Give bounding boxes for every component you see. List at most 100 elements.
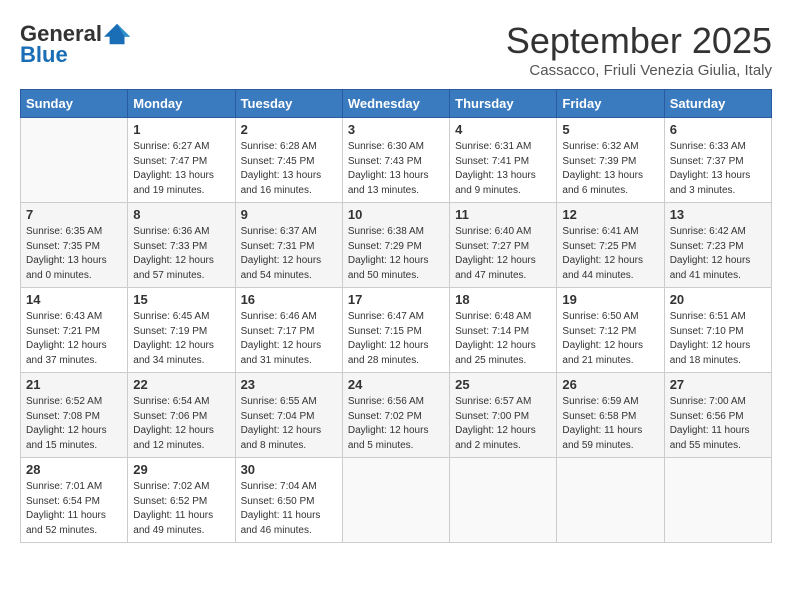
logo: General Blue bbox=[20, 20, 132, 68]
calendar-cell: 29 Sunrise: 7:02 AM Sunset: 6:52 PM Dayli… bbox=[128, 458, 235, 543]
page-header: General Blue September 2025 Cassacco, Fr… bbox=[20, 20, 772, 79]
calendar-cell: 12Sunrise: 6:41 AM Sunset: 7:25 PM Dayli… bbox=[557, 203, 664, 288]
day-number: 15 bbox=[133, 292, 229, 307]
calendar-cell: 5Sunrise: 6:32 AM Sunset: 7:39 PM Daylig… bbox=[557, 118, 664, 203]
cell-info: Sunrise: 7:02 AM Sunset: 6:52 PM Dayligh… bbox=[133, 480, 229, 538]
day-number: 21 bbox=[26, 377, 122, 392]
calendar-cell: 4 Sunrise: 6:31 AM Sunset: 7:41 PM Daylig… bbox=[450, 118, 557, 203]
calendar-cell: 21 Sunrise: 6:52 AM Sunset: 7:08 PM Dayli… bbox=[21, 373, 128, 458]
day-number: 14 bbox=[26, 292, 122, 307]
day-number: 26 bbox=[562, 377, 658, 392]
day-number: 6 bbox=[670, 122, 766, 137]
cell-info: Sunrise: 6:40 AM Sunset: 7:27 PM Dayligh… bbox=[455, 225, 551, 283]
header-day-thursday: Thursday bbox=[450, 90, 557, 118]
cell-info: Sunrise: 6:46 AM Sunset: 7:17 PM Dayligh… bbox=[241, 310, 337, 368]
day-number: 29 bbox=[133, 462, 229, 477]
cell-info: Sunrise: 6:32 AM Sunset: 7:39 PM Dayligh… bbox=[562, 140, 658, 198]
day-number: 9 bbox=[241, 207, 337, 222]
day-number: 11 bbox=[455, 207, 551, 222]
calendar-cell bbox=[664, 458, 771, 543]
cell-info: Sunrise: 6:28 AM Sunset: 7:45 PM Dayligh… bbox=[241, 140, 337, 198]
calendar-cell bbox=[450, 458, 557, 543]
calendar-cell: 6 Sunrise: 6:33 AM Sunset: 7:37 PM Daylig… bbox=[664, 118, 771, 203]
cell-info: Sunrise: 6:48 AM Sunset: 7:14 PM Dayligh… bbox=[455, 310, 551, 368]
cell-info: Sunrise: 6:56 AM Sunset: 7:02 PM Dayligh… bbox=[348, 395, 444, 453]
cell-info: Sunrise: 6:37 AM Sunset: 7:31 PM Dayligh… bbox=[241, 225, 337, 283]
day-number: 4 bbox=[455, 122, 551, 137]
calendar-cell: 2Sunrise: 6:28 AM Sunset: 7:45 PM Daylig… bbox=[235, 118, 342, 203]
calendar-cell: 28Sunrise: 7:01 AM Sunset: 6:54 PM Dayli… bbox=[21, 458, 128, 543]
day-number: 30 bbox=[241, 462, 337, 477]
calendar-cell: 14 Sunrise: 6:43 AM Sunset: 7:21 PM Dayli… bbox=[21, 288, 128, 373]
header-row: SundayMondayTuesdayWednesdayThursdayFrid… bbox=[21, 90, 772, 118]
cell-info: Sunrise: 6:52 AM Sunset: 7:08 PM Dayligh… bbox=[26, 395, 122, 453]
cell-info: Sunrise: 6:55 AM Sunset: 7:04 PM Dayligh… bbox=[241, 395, 337, 453]
day-number: 20 bbox=[670, 292, 766, 307]
day-number: 13 bbox=[670, 207, 766, 222]
calendar-cell: 30 Sunrise: 7:04 AM Sunset: 6:50 PM Dayli… bbox=[235, 458, 342, 543]
header-day-tuesday: Tuesday bbox=[235, 90, 342, 118]
calendar-cell bbox=[342, 458, 449, 543]
calendar-cell: 25 Sunrise: 6:57 AM Sunset: 7:00 PM Dayli… bbox=[450, 373, 557, 458]
month-title: September 2025 bbox=[506, 20, 772, 62]
cell-info: Sunrise: 6:59 AM Sunset: 6:58 PM Dayligh… bbox=[562, 395, 658, 453]
title-block: September 2025 Cassacco, Friuli Venezia … bbox=[506, 20, 772, 79]
calendar-body: 1Sunrise: 6:27 AM Sunset: 7:47 PM Daylig… bbox=[21, 118, 772, 543]
day-number: 10 bbox=[348, 207, 444, 222]
calendar-cell bbox=[557, 458, 664, 543]
calendar-table: SundayMondayTuesdayWednesdayThursdayFrid… bbox=[20, 89, 772, 543]
calendar-cell: 10Sunrise: 6:38 AM Sunset: 7:29 PM Dayli… bbox=[342, 203, 449, 288]
day-number: 7 bbox=[26, 207, 122, 222]
day-number: 18 bbox=[455, 292, 551, 307]
cell-info: Sunrise: 6:45 AM Sunset: 7:19 PM Dayligh… bbox=[133, 310, 229, 368]
calendar-week-4: 21 Sunrise: 6:52 AM Sunset: 7:08 PM Dayli… bbox=[21, 373, 772, 458]
header-day-monday: Monday bbox=[128, 90, 235, 118]
calendar-week-1: 1Sunrise: 6:27 AM Sunset: 7:47 PM Daylig… bbox=[21, 118, 772, 203]
calendar-cell: 8 Sunrise: 6:36 AM Sunset: 7:33 PM Daylig… bbox=[128, 203, 235, 288]
cell-info: Sunrise: 6:41 AM Sunset: 7:25 PM Dayligh… bbox=[562, 225, 658, 283]
cell-info: Sunrise: 6:54 AM Sunset: 7:06 PM Dayligh… bbox=[133, 395, 229, 453]
day-number: 23 bbox=[241, 377, 337, 392]
calendar-cell: 3 Sunrise: 6:30 AM Sunset: 7:43 PM Daylig… bbox=[342, 118, 449, 203]
cell-info: Sunrise: 7:00 AM Sunset: 6:56 PM Dayligh… bbox=[670, 395, 766, 453]
calendar-cell: 22 Sunrise: 6:54 AM Sunset: 7:06 PM Dayli… bbox=[128, 373, 235, 458]
calendar-cell: 17 Sunrise: 6:47 AM Sunset: 7:15 PM Dayli… bbox=[342, 288, 449, 373]
day-number: 28 bbox=[26, 462, 122, 477]
logo-blue: Blue bbox=[20, 42, 68, 67]
cell-info: Sunrise: 7:04 AM Sunset: 6:50 PM Dayligh… bbox=[241, 480, 337, 538]
calendar-cell: 16Sunrise: 6:46 AM Sunset: 7:17 PM Dayli… bbox=[235, 288, 342, 373]
day-number: 1 bbox=[133, 122, 229, 137]
cell-info: Sunrise: 6:51 AM Sunset: 7:10 PM Dayligh… bbox=[670, 310, 766, 368]
calendar-cell: 20 Sunrise: 6:51 AM Sunset: 7:10 PM Dayli… bbox=[664, 288, 771, 373]
cell-info: Sunrise: 6:47 AM Sunset: 7:15 PM Dayligh… bbox=[348, 310, 444, 368]
calendar-week-2: 7Sunrise: 6:35 AM Sunset: 7:35 PM Daylig… bbox=[21, 203, 772, 288]
header-day-wednesday: Wednesday bbox=[342, 90, 449, 118]
header-day-sunday: Sunday bbox=[21, 90, 128, 118]
calendar-cell bbox=[21, 118, 128, 203]
cell-info: Sunrise: 6:42 AM Sunset: 7:23 PM Dayligh… bbox=[670, 225, 766, 283]
calendar-cell: 24 Sunrise: 6:56 AM Sunset: 7:02 PM Dayli… bbox=[342, 373, 449, 458]
day-number: 25 bbox=[455, 377, 551, 392]
cell-info: Sunrise: 6:31 AM Sunset: 7:41 PM Dayligh… bbox=[455, 140, 551, 198]
cell-info: Sunrise: 6:50 AM Sunset: 7:12 PM Dayligh… bbox=[562, 310, 658, 368]
cell-info: Sunrise: 6:57 AM Sunset: 7:00 PM Dayligh… bbox=[455, 395, 551, 453]
day-number: 22 bbox=[133, 377, 229, 392]
calendar-week-5: 28Sunrise: 7:01 AM Sunset: 6:54 PM Dayli… bbox=[21, 458, 772, 543]
day-number: 17 bbox=[348, 292, 444, 307]
day-number: 3 bbox=[348, 122, 444, 137]
header-day-friday: Friday bbox=[557, 90, 664, 118]
logo-icon bbox=[104, 20, 132, 48]
cell-info: Sunrise: 6:36 AM Sunset: 7:33 PM Dayligh… bbox=[133, 225, 229, 283]
cell-info: Sunrise: 6:30 AM Sunset: 7:43 PM Dayligh… bbox=[348, 140, 444, 198]
calendar-cell: 18 Sunrise: 6:48 AM Sunset: 7:14 PM Dayli… bbox=[450, 288, 557, 373]
header-day-saturday: Saturday bbox=[664, 90, 771, 118]
day-number: 27 bbox=[670, 377, 766, 392]
day-number: 8 bbox=[133, 207, 229, 222]
cell-info: Sunrise: 6:43 AM Sunset: 7:21 PM Dayligh… bbox=[26, 310, 122, 368]
calendar-cell: 11 Sunrise: 6:40 AM Sunset: 7:27 PM Dayli… bbox=[450, 203, 557, 288]
calendar-week-3: 14 Sunrise: 6:43 AM Sunset: 7:21 PM Dayli… bbox=[21, 288, 772, 373]
day-number: 24 bbox=[348, 377, 444, 392]
cell-info: Sunrise: 6:33 AM Sunset: 7:37 PM Dayligh… bbox=[670, 140, 766, 198]
calendar-cell: 23 Sunrise: 6:55 AM Sunset: 7:04 PM Dayli… bbox=[235, 373, 342, 458]
calendar-cell: 15 Sunrise: 6:45 AM Sunset: 7:19 PM Dayli… bbox=[128, 288, 235, 373]
